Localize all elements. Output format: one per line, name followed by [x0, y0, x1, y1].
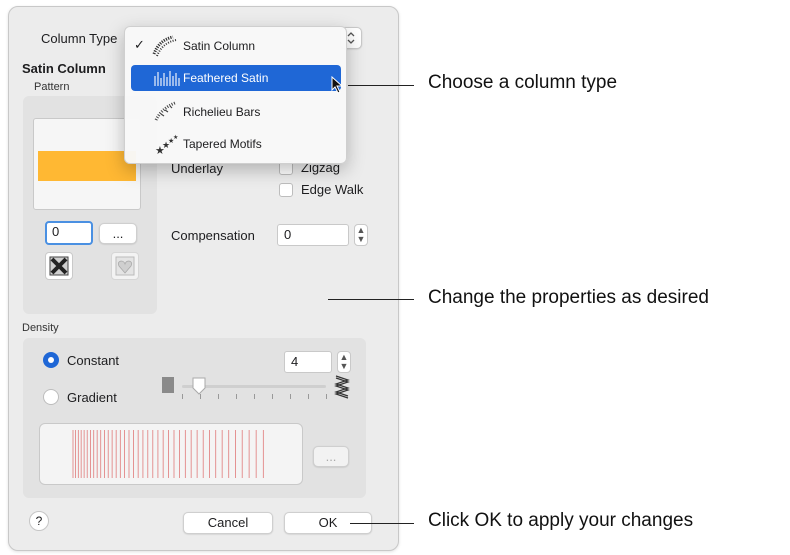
pattern-label: Pattern [34, 81, 70, 93]
constant-radio[interactable] [43, 352, 59, 368]
pattern-heart-button[interactable] [111, 252, 139, 280]
slider-tick [272, 394, 273, 399]
slider-tick [182, 394, 183, 399]
edge-walk-checkbox[interactable] [279, 183, 293, 197]
richelieu-bars-icon [154, 101, 176, 121]
compensation-stepper[interactable]: ▲ ▼ [354, 224, 368, 246]
gradient-browse-button[interactable]: ... [313, 446, 349, 467]
slider-tick [236, 394, 237, 399]
heart-pattern-icon [115, 256, 135, 276]
menu-item-tapered-motifs[interactable]: ★ ★ ★ ★ Tapered Motifs [131, 131, 341, 157]
slider-tick [326, 394, 327, 399]
menu-item-satin-column[interactable]: ✓ Satin Column [131, 33, 341, 59]
menu-item-label: Richelieu Bars [183, 105, 261, 119]
sparse-stitch-icon [334, 375, 350, 399]
callout-ok: Click OK to apply your changes [428, 510, 694, 531]
cancel-button[interactable]: Cancel [183, 512, 273, 534]
column-type-dropdown-menu: ✓ Satin Column Feathered Satin Richelieu… [124, 26, 347, 164]
feathered-satin-icon [154, 71, 180, 86]
callout-line-column-type [348, 85, 414, 86]
gradient-stitch-lines [72, 430, 264, 478]
svg-text:★: ★ [173, 134, 178, 141]
help-button[interactable]: ? [29, 511, 49, 531]
pattern-swatch [38, 151, 136, 181]
density-stepper[interactable]: ▲ ▼ [337, 351, 351, 373]
compensation-input[interactable]: 0 [277, 224, 349, 246]
gradient-radio[interactable] [43, 389, 59, 405]
callout-line-properties [328, 299, 414, 300]
dense-stitch-icon [162, 377, 174, 393]
pattern-cross-button[interactable] [45, 252, 73, 280]
density-label: Density [22, 322, 59, 334]
menu-item-label: Tapered Motifs [183, 137, 262, 151]
pattern-browse-button[interactable]: ... [99, 223, 137, 244]
menu-item-richelieu-bars[interactable]: Richelieu Bars [131, 99, 341, 125]
menu-item-label: Satin Column [183, 39, 256, 53]
pattern-number-input[interactable]: 0 [45, 221, 93, 245]
callout-column-type: Choose a column type [428, 72, 618, 93]
slider-tick [254, 394, 255, 399]
mouse-pointer-icon [331, 76, 344, 94]
callout-properties: Change the properties as desired [428, 287, 709, 308]
slider-tick [218, 394, 219, 399]
callout-line-ok [350, 523, 414, 524]
edge-walk-label: Edge Walk [301, 182, 364, 197]
tapered-motifs-icon: ★ ★ ★ ★ [155, 134, 178, 156]
checkmark-icon: ✓ [134, 37, 145, 52]
constant-label: Constant [67, 353, 120, 368]
density-input[interactable]: 4 [284, 351, 332, 373]
section-title: Satin Column [22, 61, 106, 76]
satin-column-icon [152, 35, 177, 57]
density-slider-thumb[interactable] [192, 377, 206, 395]
slider-tick [308, 394, 309, 399]
gradient-label: Gradient [67, 390, 117, 405]
column-type-label: Column Type [41, 31, 118, 46]
menu-item-feathered-satin[interactable]: Feathered Satin [131, 65, 344, 94]
compensation-label: Compensation [171, 228, 255, 243]
cross-pattern-icon [49, 256, 69, 276]
slider-tick [290, 394, 291, 399]
menu-item-label: Feathered Satin [183, 71, 269, 85]
gradient-preview [39, 423, 303, 485]
